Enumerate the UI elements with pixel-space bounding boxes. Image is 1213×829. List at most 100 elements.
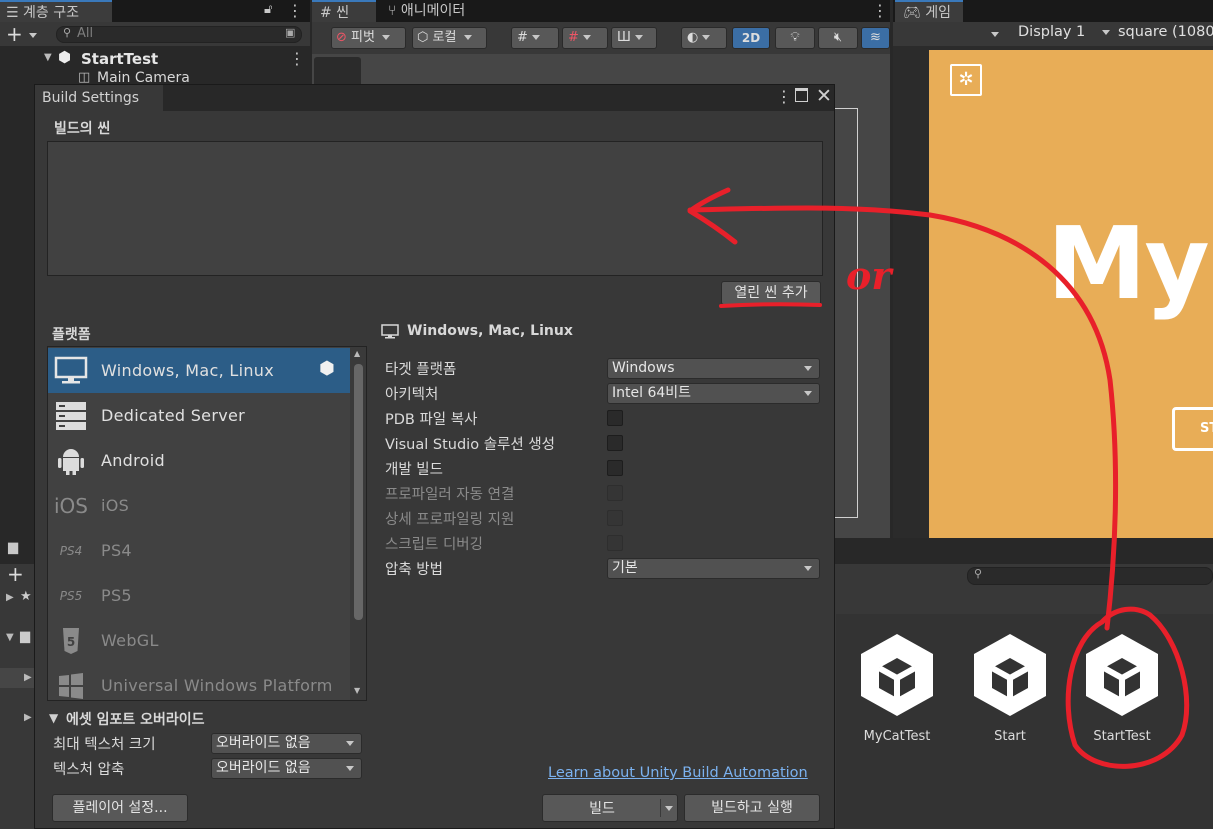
chevron-down-icon xyxy=(532,35,541,40)
mute-icon: 🔇︎ xyxy=(833,30,843,45)
platform-scrollbar[interactable]: ▲ ▼ xyxy=(350,347,366,700)
lock-icon[interactable]: 🔓︎ xyxy=(264,2,272,17)
folder-icon: ▆ xyxy=(20,629,30,644)
filter-icon[interactable]: ▣ xyxy=(285,26,295,39)
asset-label: StartTest xyxy=(1093,729,1151,744)
add-icon[interactable]: + xyxy=(6,22,23,46)
platform-list[interactable]: Windows, Mac, Linux ⬢ Dedicated Server A… xyxy=(47,346,367,701)
learn-build-automation-link[interactable]: Learn about Unity Build Automation xyxy=(548,765,808,781)
asset-tile-starttest[interactable]: StartTest xyxy=(1077,630,1167,750)
scroll-up-icon[interactable]: ▲ xyxy=(354,349,360,358)
sphere-icon: ◐ xyxy=(687,30,699,45)
tab-scene[interactable]: # 씬 xyxy=(312,0,376,22)
tab-hierarchy-label: 계층 구조 xyxy=(23,5,79,21)
start-button[interactable]: ST xyxy=(1172,407,1213,451)
expand-arrow-icon[interactable]: ▼ xyxy=(6,632,14,643)
texture-compression-value: 오버라이드 없음 xyxy=(216,760,311,776)
local-label: 로컬 xyxy=(432,30,457,45)
svg-text:5: 5 xyxy=(67,635,75,649)
settings-gear-icon[interactable]: ✲ xyxy=(950,64,982,96)
deep-profiling-checkbox[interactable] xyxy=(607,510,623,526)
cube-icon: ⬡ xyxy=(417,30,429,45)
scene-menu-icon[interactable]: ⋮ xyxy=(289,49,305,68)
build-settings-tab[interactable]: Build Settings xyxy=(35,85,163,111)
kebab-menu-icon[interactable]: ⋮ xyxy=(287,1,303,20)
local-dropdown[interactable]: ⬡ 로컬 xyxy=(412,27,487,49)
ruler-icon: Ш xyxy=(617,30,631,45)
unity-active-platform-icon: ⬢ xyxy=(319,358,335,379)
project-search-input[interactable]: ⚲ xyxy=(967,567,1213,585)
pivot-dropdown[interactable]: ⊘ 피벗 xyxy=(331,27,406,49)
asset-tile-start[interactable]: Start xyxy=(965,630,1055,750)
expand-arrow-icon[interactable]: ▶ xyxy=(24,672,32,683)
tab-hierarchy[interactable]: ☰ 계층 구조 xyxy=(0,0,112,22)
texture-compression-dropdown[interactable]: 오버라이드 없음 xyxy=(211,758,362,779)
close-icon[interactable]: ✕ xyxy=(816,85,832,107)
scenes-in-build-list[interactable] xyxy=(47,141,823,276)
platform-item-windows[interactable]: Windows, Mac, Linux ⬢ xyxy=(48,348,350,393)
architecture-dropdown[interactable]: Intel 64비트 xyxy=(607,383,820,404)
ps4-icon: PS4 xyxy=(59,544,83,558)
platform-item-ps4[interactable]: PS4 PS4 xyxy=(48,528,350,573)
asset-tile-mycattest[interactable]: MyCatTest xyxy=(852,630,942,750)
tab-animator[interactable]: ⑂ 애니메이터 xyxy=(388,0,508,22)
unity-scene-icon xyxy=(974,634,1046,716)
platform-label: PS4 xyxy=(101,541,132,560)
selected-platform-title: Windows, Mac, Linux xyxy=(407,323,573,339)
target-platform-dropdown[interactable]: Windows xyxy=(607,358,820,379)
toggle-2d-button[interactable]: 2D xyxy=(732,27,770,49)
autoconnect-profiler-checkbox[interactable] xyxy=(607,485,623,501)
display-dropdown[interactable]: Display 1 xyxy=(1018,24,1110,40)
tab-game[interactable]: 🎮︎ 게임 xyxy=(895,0,963,22)
expand-arrow-icon[interactable]: ▶ xyxy=(24,712,32,723)
scenes-in-build-header: 빌드의 씬 xyxy=(54,121,111,137)
scene-menu-icon-2[interactable]: ⋮ xyxy=(872,1,888,20)
platform-item-webgl[interactable]: 5 WebGL xyxy=(48,618,350,663)
foldout-arrow-icon[interactable]: ▼ xyxy=(49,711,58,725)
build-and-run-button[interactable]: 빌드하고 실행 xyxy=(684,794,820,822)
compression-method-dropdown[interactable]: 기본 xyxy=(607,558,820,579)
add-icon[interactable]: + xyxy=(7,562,24,586)
hierarchy-scene-name[interactable]: StartTest xyxy=(81,50,158,68)
pdb-copy-checkbox[interactable] xyxy=(607,410,623,426)
platform-label: WebGL xyxy=(101,631,159,650)
platform-item-uwp[interactable]: Universal Windows Platform xyxy=(48,663,350,700)
scrollbar-thumb[interactable] xyxy=(354,364,363,620)
kebab-menu-icon[interactable]: ⋮ xyxy=(776,87,792,106)
effects-toggle[interactable]: ≋ xyxy=(861,27,890,49)
ruler-button[interactable]: Ш xyxy=(611,27,657,49)
grid-snap-button[interactable]: # xyxy=(511,27,559,49)
windows-icon xyxy=(54,671,88,700)
chevron-down-icon[interactable] xyxy=(665,806,673,811)
maximize-icon[interactable] xyxy=(795,88,808,102)
draw-mode-dropdown[interactable]: ◐ xyxy=(681,27,727,49)
expand-arrow-icon[interactable]: ▶ xyxy=(6,592,14,603)
scroll-down-icon[interactable]: ▼ xyxy=(354,686,360,695)
tab-animator-label: 애니메이터 xyxy=(400,3,466,19)
vs-solution-checkbox[interactable] xyxy=(607,435,623,451)
development-build-checkbox[interactable] xyxy=(607,460,623,476)
expand-arrow-icon[interactable]: ▼ xyxy=(44,52,52,63)
platform-item-ios[interactable]: iOS iOS xyxy=(48,483,350,528)
asset-import-overrides-header[interactable]: 에셋 임포트 오버라이드 xyxy=(66,709,205,729)
compression-method-value: 기본 xyxy=(612,560,638,576)
architecture-value: Intel 64비트 xyxy=(612,385,692,401)
increment-snap-button[interactable]: # xyxy=(562,27,608,49)
audio-toggle[interactable]: 🔇︎ xyxy=(818,27,858,49)
platform-item-dedicated-server[interactable]: Dedicated Server xyxy=(48,393,350,438)
platform-label: Dedicated Server xyxy=(101,406,245,425)
max-texture-size-dropdown[interactable]: 오버라이드 없음 xyxy=(211,733,362,754)
chevron-down-icon[interactable] xyxy=(29,33,37,38)
asset-label: MyCatTest xyxy=(863,729,931,744)
platform-item-android[interactable]: Android xyxy=(48,438,350,483)
player-settings-button[interactable]: 플레이어 설정... xyxy=(52,794,188,822)
hierarchy-search-input[interactable]: ⚲ All ▣ xyxy=(56,26,302,43)
build-button[interactable]: 빌드 xyxy=(542,794,678,822)
platform-item-ps5[interactable]: PS5 PS5 xyxy=(48,573,350,618)
aspect-dropdown[interactable]: square (1080 xyxy=(1118,24,1213,40)
lighting-toggle[interactable]: 💡︎ xyxy=(775,27,815,49)
chevron-down-icon[interactable] xyxy=(991,32,999,37)
script-debugging-checkbox[interactable] xyxy=(607,535,623,551)
pivot-icon: ⊘ xyxy=(336,30,347,45)
add-open-scenes-button[interactable]: 열린 씬 추가 xyxy=(721,281,821,305)
